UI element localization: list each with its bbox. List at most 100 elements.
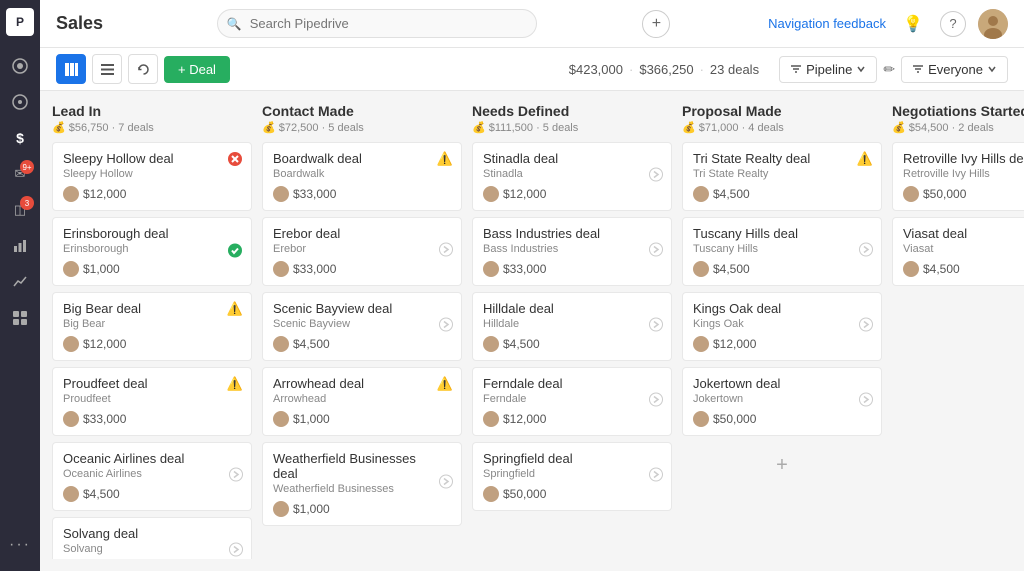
user-avatar[interactable] [978,9,1008,39]
card-subtitle: Hilldale [483,318,661,330]
card-title: Boardwalk deal [273,151,451,166]
card-footer: $33,000 [483,261,661,277]
everyone-filter-btn[interactable]: Everyone [901,56,1008,83]
column-header-negotiations-started: Negotiations Started💰 $54,500 · 2 deals [892,103,1024,134]
add-deal-button[interactable]: + Deal [164,56,230,83]
topbar-right: Navigation feedback 💡 ? [768,9,1008,39]
sidebar-item-reports[interactable] [4,266,36,298]
card-badge [649,242,663,261]
sidebar-item-products[interactable] [4,302,36,334]
table-row[interactable]: Weatherfield Businesses dealWeatherfield… [262,442,462,526]
sidebar-item-deals[interactable]: $ [4,122,36,154]
list-view-btn[interactable] [92,54,122,84]
avatar [693,336,709,352]
nav-feedback-link[interactable]: Navigation feedback [768,16,886,31]
help-icon-btn[interactable]: ? [940,11,966,37]
card-title: Erebor deal [273,226,451,241]
cards-container-contact-made: Boardwalk dealBoardwalk$33,000⚠️Erebor d… [262,142,462,559]
card-price: $12,000 [503,187,546,201]
table-row[interactable]: Bass Industries dealBass Industries$33,0… [472,217,672,286]
card-subtitle: Sleepy Hollow [63,168,241,180]
sidebar-item-stats[interactable] [4,230,36,262]
card-price: $33,000 [293,262,336,276]
column-proposal-made: Proposal Made💰 $71,000 · 4 deals Tri Stat… [682,103,882,559]
table-row[interactable]: Kings Oak dealKings Oak$12,000 [682,292,882,361]
card-subtitle: Arrowhead [273,393,451,405]
edit-icon[interactable]: ✏ [883,61,895,78]
table-row[interactable]: Tri State Realty dealTri State Realty$4,… [682,142,882,211]
card-price: $1,000 [293,502,330,516]
card-price: $1,000 [83,262,120,276]
card-badge [649,467,663,486]
card-badge: ⚠️ [437,151,453,167]
card-subtitle: Big Bear [63,318,241,330]
search-input[interactable] [217,9,537,38]
card-price: $4,500 [503,337,540,351]
card-subtitle: Kings Oak [693,318,871,330]
add-card-button[interactable]: + [682,446,882,485]
table-row[interactable]: Springfield dealSpringfield$50,000 [472,442,672,511]
card-subtitle: Jokertown [693,393,871,405]
table-row[interactable]: Solvang dealSolvang$1,000 [52,517,252,559]
avatar [63,486,79,502]
table-row[interactable]: Tuscany Hills dealTuscany Hills$4,500 [682,217,882,286]
column-title-contact-made: Contact Made [262,103,462,119]
card-subtitle: Springfield [483,468,661,480]
table-row[interactable]: Viasat dealViasat$4,500 [892,217,1024,286]
table-row[interactable]: Arrowhead dealArrowhead$1,000⚠️ [262,367,462,436]
card-subtitle: Scenic Bayview [273,318,451,330]
table-row[interactable]: Stinadla dealStinadla$12,000 [472,142,672,211]
table-row[interactable]: Ferndale dealFerndale$12,000 [472,367,672,436]
card-price: $12,000 [503,412,546,426]
card-price: $33,000 [503,262,546,276]
avatar [63,261,79,277]
card-subtitle: Oceanic Airlines [63,468,241,480]
card-title: Big Bear deal [63,301,241,316]
sidebar-item-mail[interactable]: ✉ 9+ [4,158,36,190]
sidebar-item-more[interactable]: ··· [4,529,36,561]
add-button[interactable]: + [642,10,670,38]
avatar [63,336,79,352]
bulb-icon-btn[interactable]: 💡 [898,9,928,39]
card-footer: $4,500 [483,336,661,352]
card-price: $33,000 [83,412,126,426]
card-price: $33,000 [293,187,336,201]
table-row[interactable]: Hilldale dealHilldale$4,500 [472,292,672,361]
card-subtitle: Erinsborough [63,243,241,255]
table-row[interactable]: Jokertown dealJokertown$50,000 [682,367,882,436]
avatar [693,186,709,202]
stat-amount2: $366,250 [639,62,693,77]
table-row[interactable]: Sleepy Hollow dealSleepy Hollow$12,000 [52,142,252,211]
card-footer: $1,000 [273,411,451,427]
card-footer: $12,000 [63,186,241,202]
kanban-view-btn[interactable] [56,54,86,84]
column-meta-negotiations-started: 💰 $54,500 · 2 deals [892,121,1024,134]
card-footer: $12,000 [63,336,241,352]
card-price: $1,000 [293,412,330,426]
card-footer: $4,500 [693,186,871,202]
card-badge: ⚠️ [437,376,453,392]
column-header-needs-defined: Needs Defined💰 $111,500 · 5 deals [472,103,672,134]
table-row[interactable]: Big Bear dealBig Bear$12,000⚠️ [52,292,252,361]
table-row[interactable]: Boardwalk dealBoardwalk$33,000⚠️ [262,142,462,211]
table-row[interactable]: Oceanic Airlines dealOceanic Airlines$4,… [52,442,252,511]
app-logo[interactable]: P [6,8,34,36]
refresh-btn[interactable] [128,54,158,84]
table-row[interactable]: Proudfeet dealProudfeet$33,000⚠️ [52,367,252,436]
table-row[interactable]: Erinsborough dealErinsborough$1,000 [52,217,252,286]
column-title-needs-defined: Needs Defined [472,103,672,119]
card-price: $50,000 [503,487,546,501]
sidebar-item-contacts[interactable] [4,86,36,118]
sidebar-item-home[interactable] [4,50,36,82]
table-row[interactable]: Retroville Ivy Hills dealRetroville Ivy … [892,142,1024,211]
card-title: Oceanic Airlines deal [63,451,241,466]
column-header-proposal-made: Proposal Made💰 $71,000 · 4 deals [682,103,882,134]
card-price: $4,500 [713,187,750,201]
sidebar-item-calendar[interactable]: ◫ 3 [4,194,36,226]
table-row[interactable]: Erebor dealErebor$33,000 [262,217,462,286]
pipeline-filter-btn[interactable]: Pipeline [779,56,877,83]
avatar [483,186,499,202]
column-meta-proposal-made: 💰 $71,000 · 4 deals [682,121,882,134]
card-title: Bass Industries deal [483,226,661,241]
table-row[interactable]: Scenic Bayview dealScenic Bayview$4,500 [262,292,462,361]
